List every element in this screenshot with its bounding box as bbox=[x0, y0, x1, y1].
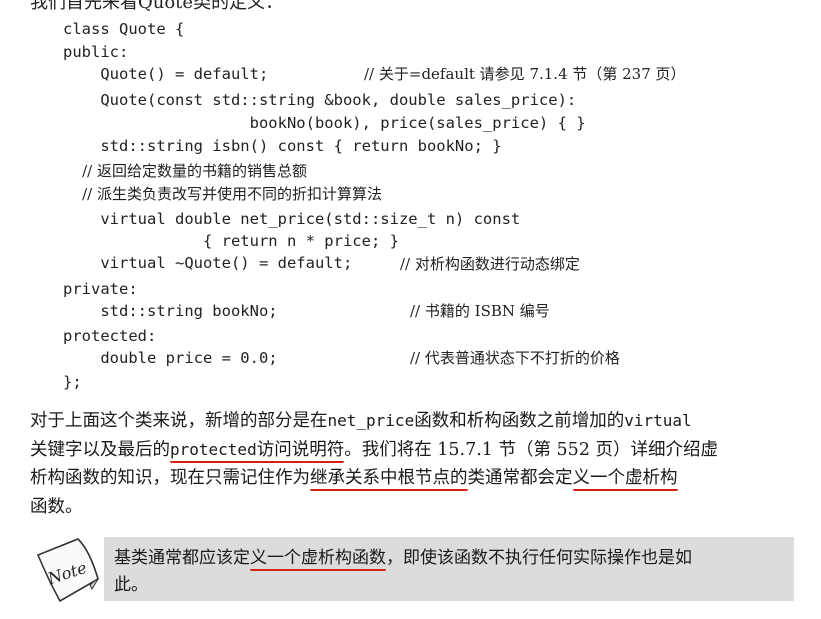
code-line: Quote(const std::string &book, double sa… bbox=[63, 91, 577, 109]
code-line: protected: bbox=[63, 327, 157, 345]
inline-code: virtual bbox=[624, 411, 692, 430]
code-comment: // 对析构函数进行动态绑定 bbox=[400, 255, 580, 273]
text-run: 类通常都会定 bbox=[467, 468, 573, 488]
code-line: std::string isbn() const { return bookNo… bbox=[63, 137, 502, 155]
paragraph-line: 对于上面这个类来说，新增的部分是在net_price函数和析构函数之前增加的vi… bbox=[30, 406, 790, 435]
inline-code-underlined: protected bbox=[170, 440, 257, 459]
underlined-text: 义一个虚析构函数 bbox=[250, 548, 386, 571]
code-line: }; bbox=[63, 373, 82, 391]
underlined-text: 访问说明符 bbox=[256, 440, 345, 460]
code-line: virtual double net_price(std::size_t n) … bbox=[63, 210, 521, 228]
text-run: ，即使该函数不执行任何实际操作也是如 bbox=[386, 548, 692, 568]
note-icon: Note bbox=[36, 538, 100, 603]
clipped-heading-line: 我们首先来看Quote类的定义： bbox=[30, 0, 284, 13]
code-line: private: bbox=[63, 280, 138, 298]
text-run: 对于上面这个类来说，新增的部分是在 bbox=[30, 411, 328, 431]
code-comment: // 书籍的 ISBN 编号 bbox=[410, 302, 550, 320]
text-run: 析构函数的知识，现在只需记住作为 bbox=[30, 468, 310, 488]
note-text: 基类通常都应该定义一个虚析构函数，即使该函数不执行任何实际操作也是如 此。 bbox=[114, 545, 786, 599]
text-run: 基类通常都应该定 bbox=[114, 548, 250, 568]
code-comment: // 派生类负责改写并使用不同的折扣计算算法 bbox=[63, 185, 382, 203]
underlined-text: 义一个虚析构 bbox=[572, 468, 678, 491]
note-line: 此。 bbox=[114, 575, 148, 595]
code-line: std::string bookNo; bbox=[63, 302, 278, 320]
text-run: 函数。 bbox=[30, 497, 83, 517]
note-box: 基类通常都应该定义一个虚析构函数，即使该函数不执行任何实际操作也是如 此。 bbox=[104, 537, 794, 601]
code-line: virtual ~Quote() = default; bbox=[63, 254, 353, 272]
code-line: public: bbox=[63, 43, 129, 61]
code-line: { return n * price; } bbox=[63, 232, 399, 250]
body-paragraph: 对于上面这个类来说，新增的部分是在net_price函数和析构函数之前增加的vi… bbox=[30, 406, 790, 522]
code-line: double price = 0.0; bbox=[63, 349, 278, 367]
code-block: class Quote { public: Quote() = default;… bbox=[0, 0, 686, 391]
code-line: Quote() = default; bbox=[63, 65, 269, 83]
text-run: 关键字以及最后的 bbox=[30, 440, 170, 460]
text-run: 函数和析构函数之前增加的 bbox=[414, 411, 625, 431]
code-line: class Quote { bbox=[63, 20, 185, 38]
code-comment: // 关于=default 请参见 7.1.4 节（第 237 页） bbox=[364, 65, 686, 83]
paragraph-line: 关键字以及最后的protected访问说明符。我们将在 15.7.1 节（第 5… bbox=[30, 435, 790, 464]
code-comment: // 代表普通状态下不打折的价格 bbox=[410, 349, 620, 367]
inline-code: net_price bbox=[327, 411, 415, 430]
note-line: 基类通常都应该定义一个虚析构函数，即使该函数不执行任何实际操作也是如 bbox=[114, 545, 786, 572]
paragraph-line: 函数。 bbox=[30, 493, 790, 522]
text-run: 。我们将在 15.7.1 节（第 552 页）详细介绍虚 bbox=[344, 440, 719, 460]
code-comment: // 返回给定数量的书籍的销售总额 bbox=[63, 162, 307, 180]
paragraph-line: 析构函数的知识，现在只需记住作为继承关系中根节点的类通常都会定义一个虚析构 bbox=[30, 464, 790, 493]
code-line: bookNo(book), price(sales_price) { } bbox=[63, 114, 586, 132]
underlined-text: 继承关系中根节点的 bbox=[310, 468, 468, 491]
